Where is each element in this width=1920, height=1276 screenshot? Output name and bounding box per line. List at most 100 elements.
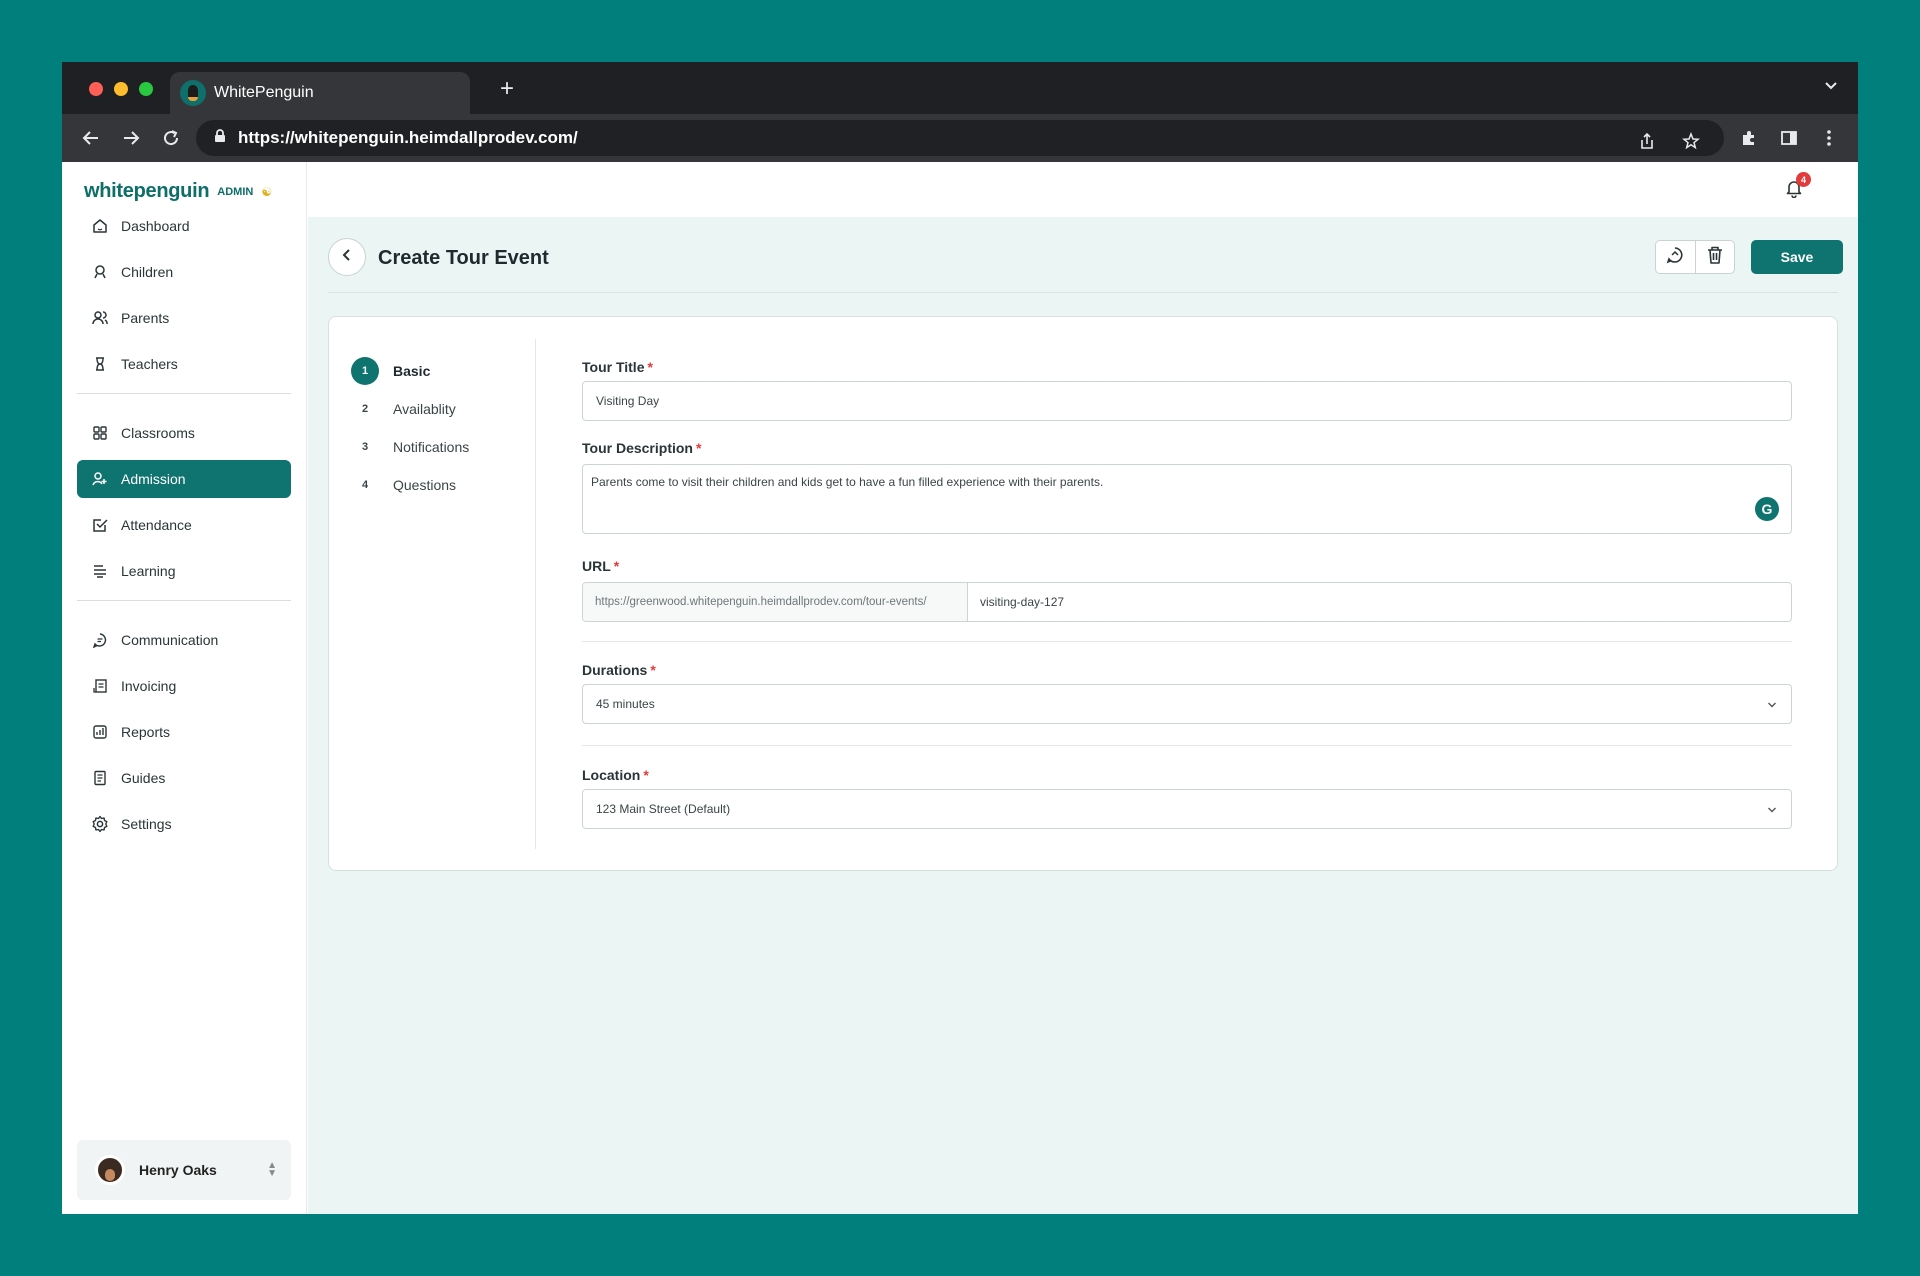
tab-bar: WhitePenguin + [62,62,1858,114]
step-number: 4 [361,479,369,491]
minimize-window-button[interactable] [114,82,128,96]
extensions-puzzle-icon[interactable] [1734,123,1764,153]
sidebar-item-attendance[interactable]: Attendance [77,506,291,544]
sidebar-item-label: Settings [121,816,172,832]
new-tab-button[interactable]: + [492,74,522,104]
sidebar-item-label: Children [121,264,174,280]
app-root: whitepenguin ADMIN ☯ Dashboard Children … [62,162,1858,1214]
sidebar-item-label: Parents [121,310,170,326]
check-icon [91,516,109,534]
sidebar-item-parents[interactable]: Parents [77,299,291,337]
sidebar-item-communication[interactable]: Communication [77,621,291,659]
step-label: Questions [393,477,457,493]
guide-icon [91,769,109,787]
step-label: Availablity [393,401,456,417]
stepper-divider [535,339,536,849]
admin-tag: ADMIN [217,185,254,198]
url-prefix: https://greenwood.whitepenguin.heimdallp… [583,583,968,621]
top-header: 4 [308,162,1858,217]
grammarly-icon[interactable]: G [1755,497,1779,521]
url-slug-input[interactable]: visiting-day-127 [968,583,1791,621]
grid-icon [91,424,109,442]
action-button-group [1655,240,1735,274]
sidebar-item-invoicing[interactable]: Invoicing [77,667,291,705]
book-icon [91,562,109,580]
bookmark-star-icon[interactable] [1676,126,1706,156]
chevron-up-down-icon: ▲ ▼ [267,1160,277,1179]
user-menu[interactable]: Henry Oaks ▲ ▼ [77,1140,291,1200]
tour-title-label-text: Tour Title [582,359,645,375]
admin-badge-icon: ☯ [261,184,273,199]
location-value: 123 Main Street (Default) [596,802,731,816]
sidebar-item-guides[interactable]: Guides [77,759,291,797]
teacher-icon [91,355,109,373]
trash-icon [1706,245,1724,270]
forward-arrow-icon[interactable] [112,119,150,157]
step-number: 2 [361,403,369,415]
delete-button[interactable] [1694,241,1734,273]
sidebar-item-children[interactable]: Children [77,253,291,291]
step-label: Basic [393,363,431,379]
share-icon[interactable] [1632,126,1662,156]
brand-name: whitepenguin [84,180,210,202]
chat-preview-icon [1665,245,1685,270]
location-select[interactable]: 123 Main Street (Default) [582,789,1792,829]
step-notifications[interactable]: 3 Notifications [351,433,541,461]
notification-bell-icon[interactable]: 4 [1778,172,1811,204]
lock-icon [214,128,226,148]
browser-tab[interactable]: WhitePenguin [170,72,470,114]
chart-icon [91,723,109,741]
tab-search-chevron-icon[interactable] [1824,78,1838,96]
invoice-icon [91,677,109,695]
sidebar-item-label: Communication [121,632,219,648]
preview-button[interactable] [1656,241,1695,273]
side-panel-icon[interactable] [1774,123,1804,153]
reload-icon[interactable] [152,119,190,157]
required-mark: * [613,558,620,574]
sidebar-item-label: Classrooms [121,425,195,441]
browser-extensions [1734,114,1858,162]
tour-description-label-text: Tour Description [582,440,693,456]
more-menu-icon[interactable] [1814,123,1844,153]
back-button[interactable] [328,238,366,276]
sidebar-item-admission[interactable]: Admission [77,460,291,498]
duration-select[interactable]: 45 minutes [582,684,1792,724]
sidebar-divider [77,600,291,601]
sidebar-item-learning[interactable]: Learning [77,552,291,590]
logo[interactable]: whitepenguin ADMIN ☯ [84,180,272,203]
tour-title-input[interactable]: Visiting Day [582,381,1792,421]
sidebar-item-dashboard[interactable]: Dashboard [77,207,291,245]
sidebar-item-teachers[interactable]: Teachers [77,345,291,383]
location-label: Location * [582,767,649,783]
url-input-group: https://greenwood.whitepenguin.heimdallp… [582,582,1792,622]
required-mark: * [647,359,653,375]
sidebar-item-settings[interactable]: Settings [77,805,291,843]
back-arrow-icon[interactable] [72,119,110,157]
close-window-button[interactable] [89,82,103,96]
sidebar-item-reports[interactable]: Reports [77,713,291,751]
step-label: Notifications [393,439,470,455]
save-button[interactable]: Save [1751,240,1843,274]
url-field[interactable]: https://whitepenguin.heimdallprodev.com/ [196,120,1724,156]
sidebar-item-classrooms[interactable]: Classrooms [77,414,291,452]
sidebar-item-label: Attendance [121,517,192,533]
duration-label-text: Durations [582,662,648,678]
step-availability[interactable]: 2 Availablity [351,395,541,423]
tour-description-textarea[interactable]: Parents come to visit their children and… [582,464,1792,534]
penguin-favicon-icon [180,80,206,106]
required-mark: * [650,662,656,678]
avatar [95,1155,125,1185]
tab-title: WhitePenguin [214,84,314,101]
notification-badge: 4 [1796,172,1811,187]
step-basic[interactable]: 1 Basic [351,357,541,385]
parents-icon [91,309,109,327]
window-controls [89,82,153,96]
required-mark: * [695,440,702,456]
user-plus-icon [91,470,109,488]
chevron-down-icon [1767,803,1777,817]
section-divider [582,641,1792,642]
step-questions[interactable]: 4 Questions [351,471,541,499]
chevron-left-icon [341,248,353,267]
maximize-window-button[interactable] [139,82,153,96]
sidebar-item-label: Admission [121,471,186,487]
